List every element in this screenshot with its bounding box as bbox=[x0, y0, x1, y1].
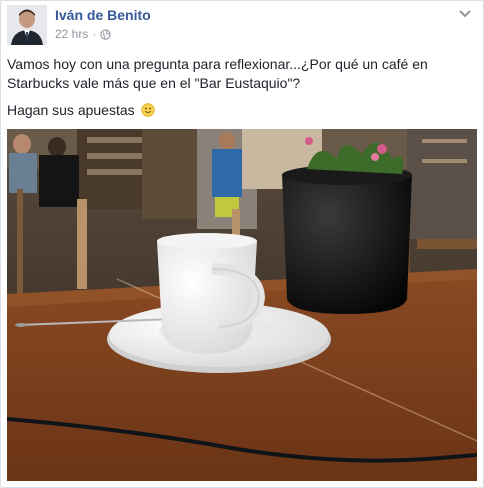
post-timestamp[interactable]: 22 hrs bbox=[55, 27, 88, 41]
smile-emoji-icon bbox=[140, 103, 155, 117]
meta-separator: · bbox=[92, 27, 97, 41]
avatar-photo bbox=[7, 5, 47, 45]
feed-post: Iván de Benito 22 hrs · Vamos hoy con un… bbox=[0, 0, 484, 488]
coffee-cup-photo bbox=[7, 129, 477, 481]
post-text-line-1: Vamos hoy con una pregunta para reflexio… bbox=[7, 56, 428, 91]
chevron-down-icon[interactable] bbox=[457, 7, 473, 19]
post-header: Iván de Benito 22 hrs · bbox=[7, 5, 477, 47]
post-text: Vamos hoy con una pregunta para reflexio… bbox=[7, 55, 477, 128]
post-meta: 22 hrs · bbox=[55, 27, 111, 41]
avatar[interactable] bbox=[7, 5, 47, 45]
post-photo[interactable] bbox=[7, 129, 477, 481]
globe-icon[interactable] bbox=[100, 28, 111, 40]
post-text-line-2: Hagan sus apuestas bbox=[7, 102, 135, 118]
post-text-line-2-wrap: Hagan sus apuestas bbox=[7, 101, 477, 120]
author-name-link[interactable]: Iván de Benito bbox=[55, 7, 151, 23]
